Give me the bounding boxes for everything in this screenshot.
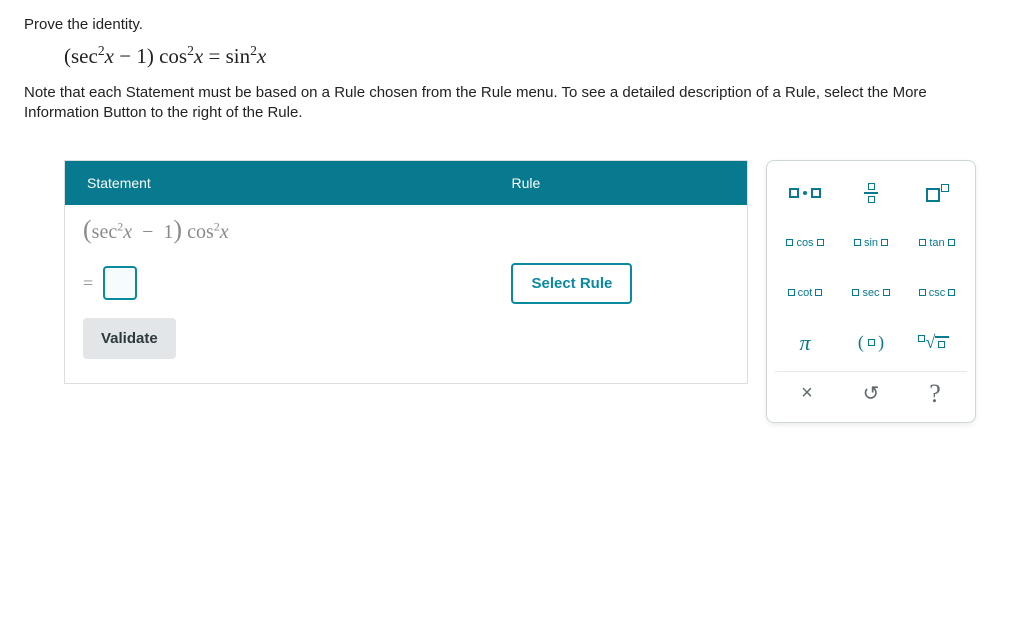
palette-help-button[interactable]: ?	[903, 372, 967, 416]
help-icon: ?	[929, 379, 941, 409]
palette-sec[interactable]: sec	[841, 271, 901, 315]
statement-row-1: (sec2x − 1) cos2x	[65, 205, 747, 255]
equals-sign: =	[83, 273, 93, 294]
palette-undo-button[interactable]: ↺	[839, 372, 903, 416]
palette-multiply[interactable]	[775, 171, 835, 215]
palette-sin[interactable]: sin	[841, 221, 901, 265]
identity-expression: (sec2x − 1) cos2x = sin2x	[64, 43, 1000, 69]
undo-icon: ↺	[863, 381, 880, 406]
palette-power[interactable]	[907, 171, 967, 215]
palette-pi[interactable]: π	[775, 321, 835, 365]
close-icon: ×	[801, 382, 813, 405]
starting-expression: (sec2x − 1) cos2x	[65, 207, 501, 253]
expression-input-box[interactable]	[103, 266, 137, 300]
symbol-palette: cos sin tan cot sec csc π ( )	[766, 160, 976, 423]
proof-header: Statement Rule	[65, 161, 747, 205]
statement-row-2: = Select Rule	[65, 255, 747, 312]
palette-nth-root[interactable]: √	[907, 321, 967, 365]
select-rule-button[interactable]: Select Rule	[511, 263, 632, 304]
palette-close-button[interactable]: ×	[775, 372, 839, 416]
palette-csc[interactable]: csc	[907, 271, 967, 315]
prompt-title: Prove the identity.	[24, 16, 1000, 33]
validate-button[interactable]: Validate	[83, 318, 176, 359]
header-rule: Rule	[501, 161, 747, 205]
header-statement: Statement	[65, 161, 501, 205]
proof-panel: Statement Rule (sec2x − 1) cos2x = Sele	[64, 160, 748, 384]
palette-tan[interactable]: tan	[907, 221, 967, 265]
palette-parentheses[interactable]: ( )	[841, 321, 901, 365]
palette-cos[interactable]: cos	[775, 221, 835, 265]
instruction-note: Note that each Statement must be based o…	[24, 83, 1000, 124]
palette-cot[interactable]: cot	[775, 271, 835, 315]
palette-fraction[interactable]	[841, 171, 901, 215]
